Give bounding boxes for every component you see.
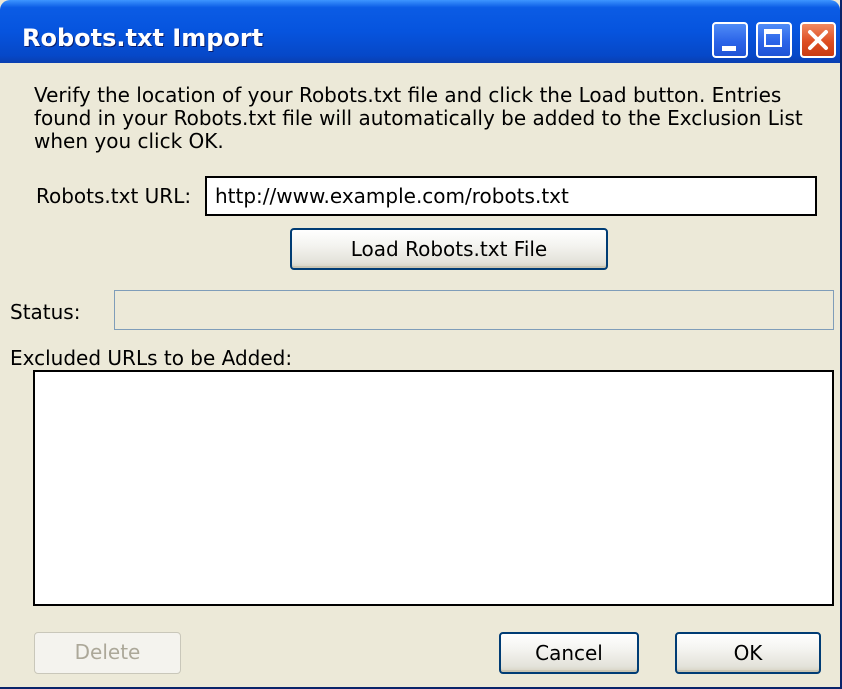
ok-button[interactable]: OK	[675, 632, 821, 674]
minimize-button[interactable]	[712, 22, 748, 58]
minimize-icon	[722, 46, 736, 51]
cancel-button[interactable]: Cancel	[499, 632, 639, 674]
instructions-text: Verify the location of your Robots.txt f…	[34, 83, 803, 153]
excluded-urls-list[interactable]	[33, 370, 834, 606]
robots-import-dialog: Robots.txt Import Verify the location of…	[0, 0, 842, 689]
close-button[interactable]	[800, 22, 836, 58]
window-title: Robots.txt Import	[22, 24, 264, 52]
robots-url-input[interactable]	[205, 176, 817, 216]
excluded-urls-label: Excluded URLs to be Added:	[10, 346, 293, 370]
load-robots-button[interactable]: Load Robots.txt File	[290, 228, 608, 270]
maximize-button[interactable]	[756, 22, 792, 58]
robots-url-label: Robots.txt URL:	[36, 184, 192, 208]
status-label: Status:	[10, 300, 81, 324]
status-field	[114, 290, 834, 330]
delete-button[interactable]: Delete	[34, 632, 181, 674]
maximize-icon	[764, 29, 782, 47]
close-icon	[808, 30, 828, 50]
title-bar[interactable]: Robots.txt Import	[0, 0, 840, 63]
